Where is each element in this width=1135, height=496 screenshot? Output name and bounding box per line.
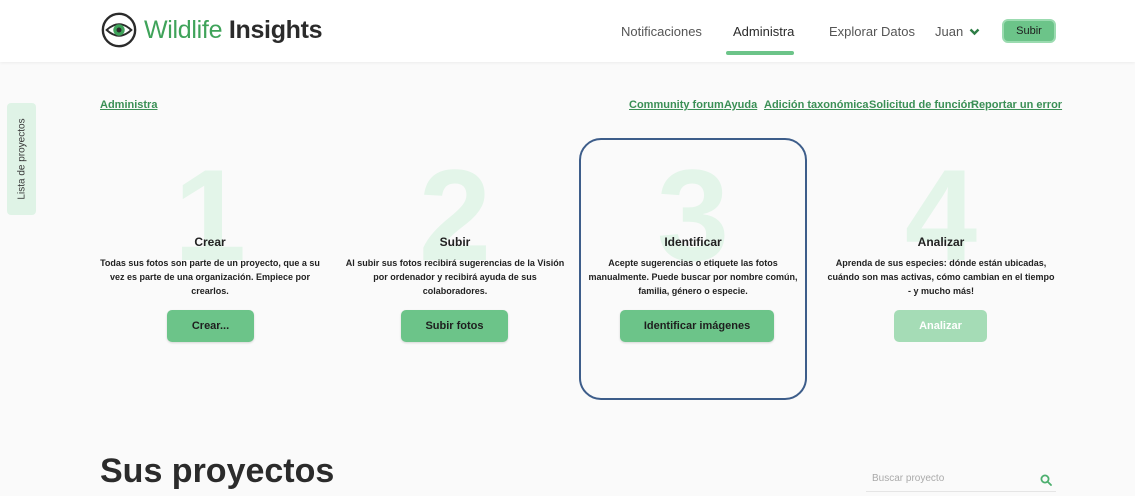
step-description: Aprenda de sus especies: dónde están ubi… (827, 258, 1055, 296)
step-title: Subir (439, 235, 471, 249)
step-title: Analizar (917, 235, 965, 249)
user-name: Juan (935, 24, 964, 39)
upload-photos-button[interactable]: Subir fotos (401, 310, 508, 342)
upload-button[interactable]: Subir (1002, 19, 1056, 43)
breadcrumb[interactable]: Administra (100, 99, 157, 111)
nav-administra[interactable]: Administra (733, 24, 794, 39)
analyze-button[interactable]: Analizar (894, 310, 987, 342)
projects-heading: Sus proyectos (100, 452, 335, 490)
report-error-link[interactable]: Reportar un error (971, 99, 1062, 111)
nav-notificaciones[interactable]: Notificaciones (621, 24, 702, 39)
search-input[interactable] (872, 473, 1022, 484)
project-search (866, 470, 1056, 492)
nav-active-indicator (726, 51, 794, 55)
logo[interactable]: Wildlife Insights (100, 11, 323, 49)
project-list-tab[interactable]: Lista de proyectos (7, 103, 36, 215)
chevron-down-icon (969, 28, 980, 35)
eye-logo-icon (101, 12, 137, 48)
highlight-frame (579, 138, 807, 400)
step-description: Todas sus fotos son parte de un proyecto… (100, 258, 320, 296)
feature-request-link[interactable]: Solicitud de función (869, 99, 974, 111)
user-menu[interactable]: Juan (935, 24, 980, 39)
community-forum-link[interactable]: Community forum (629, 99, 724, 111)
search-icon[interactable] (1040, 474, 1052, 486)
help-link[interactable]: Ayuda (724, 99, 757, 111)
taxonomic-addition-link[interactable]: Adición taxonómica (764, 99, 869, 111)
create-button[interactable]: Crear... (167, 310, 254, 342)
top-header: Wildlife Insights Notificaciones Adminis… (0, 0, 1135, 62)
step-description: Al subir sus fotos recibirá sugerencias … (345, 258, 565, 296)
nav-explorar-datos[interactable]: Explorar Datos (829, 24, 915, 39)
project-list-tab-label: Lista de proyectos (16, 118, 27, 200)
logo-text: Wildlife Insights (144, 15, 323, 44)
step-title: Crear (194, 235, 226, 249)
